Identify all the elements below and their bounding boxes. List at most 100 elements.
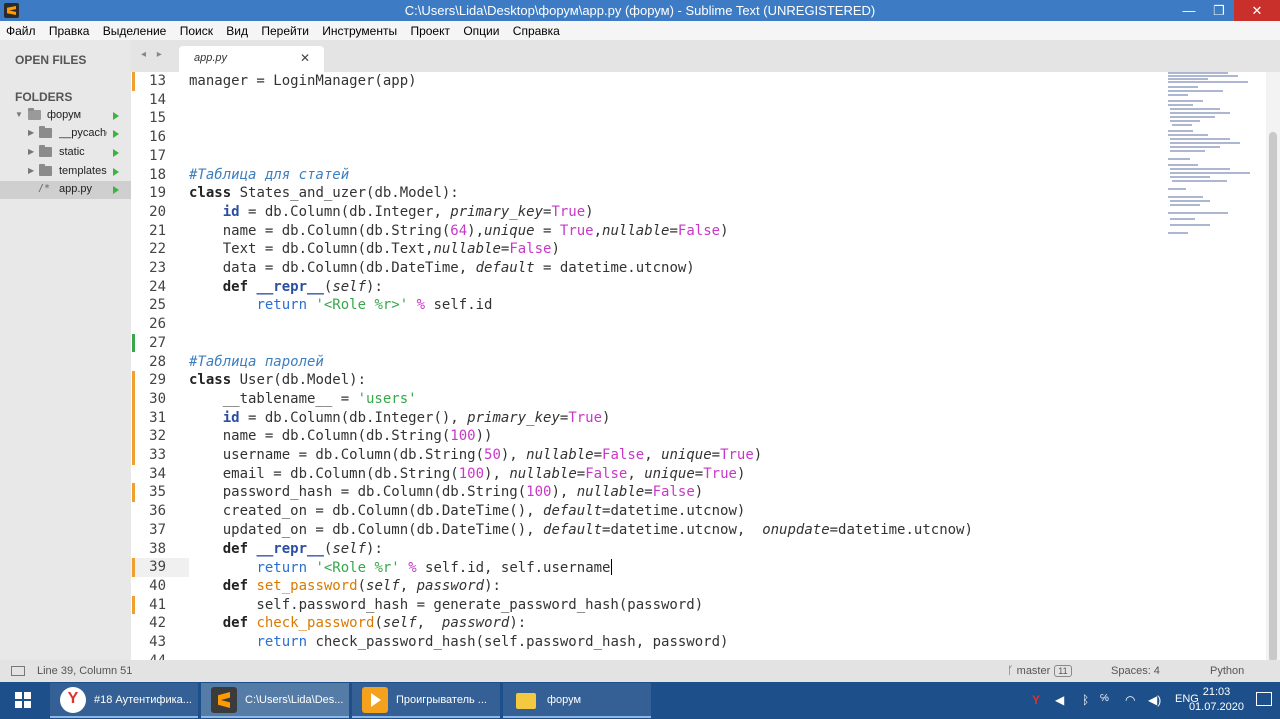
branch-count-badge: 11 [1054, 665, 1072, 677]
start-button[interactable] [0, 682, 46, 719]
code-line: email = db.Column(db.String(100), nullab… [189, 465, 746, 482]
code-line: name = db.Column(db.String(64),unique = … [189, 222, 729, 239]
yandex-tray-icon[interactable]: Y [1032, 693, 1040, 707]
tree-folder-forum[interactable]: ▼ форум [0, 107, 131, 125]
task-sublime[interactable]: C:\Users\Lida\Des... [201, 683, 349, 718]
line-number: 40 [131, 577, 186, 596]
tab-label: app.py [194, 52, 228, 64]
clock[interactable]: 21:03 01.07.2020 [1189, 685, 1244, 715]
line-number-text: 31 [149, 409, 166, 426]
menu-selection[interactable]: Выделение [97, 21, 171, 40]
line-number: 13 [131, 72, 186, 91]
tree-folder-templates[interactable]: ▶ templates [0, 163, 131, 181]
line-number: 27 [131, 333, 186, 353]
folders-header: FOLDERS [15, 90, 73, 104]
branch-name: master [1016, 665, 1051, 677]
bluetooth-icon[interactable]: ᛒ [1082, 693, 1089, 707]
menu-help[interactable]: Справка [507, 21, 564, 40]
tab-nav-arrows[interactable]: ◂ ▸ [141, 49, 166, 60]
folder-icon [513, 687, 539, 713]
vertical-scrollbar[interactable] [1266, 72, 1280, 662]
menu-goto[interactable]: Перейти [255, 21, 313, 40]
task-explorer-forum[interactable]: форум [503, 683, 651, 718]
line-number-text: 34 [149, 465, 166, 482]
code-line: updated_on = db.Column(db.DateTime(), de… [189, 521, 973, 538]
menu-file[interactable]: Файл [0, 21, 40, 40]
git-status-icon [113, 186, 119, 194]
line-number-text: 35 [149, 484, 166, 501]
code-line: __tablename__ = 'users' [189, 390, 417, 407]
line-number-text: 18 [149, 166, 166, 183]
line-number-text: 19 [149, 185, 166, 202]
code-editor[interactable]: 13 14 15 16 17 18 19 20 21 22 23 24 25 26 27 28 29 30 31 32… [131, 72, 1166, 660]
menu-tools[interactable]: Инструменты [316, 21, 401, 40]
task-yandex-browser[interactable]: #18 Аутентифика... [50, 683, 198, 718]
line-number: 24 [131, 278, 186, 297]
wifi-icon[interactable]: ◠ [1125, 693, 1135, 707]
syntax-selector[interactable]: Python [1210, 665, 1244, 677]
diff-marker [132, 595, 135, 615]
line-number: 23 [131, 259, 186, 278]
line-number-text: 23 [149, 260, 166, 276]
tab-close-icon[interactable]: ✕ [300, 51, 310, 65]
line-gutter: 13 14 15 16 17 18 19 20 21 22 23 24 25 26 27 28 29 30 31 32… [131, 72, 186, 660]
code-line: Text = db.Column(db.Text,nullable=False) [189, 241, 560, 258]
menu-preferences[interactable]: Опции [457, 21, 503, 40]
line-number: 38 [131, 540, 186, 559]
windows-logo-icon [15, 692, 31, 708]
tab-bar: ◂ ▸ app.py ✕ [131, 40, 1280, 72]
line-number: 29 [131, 371, 186, 390]
line-number-text: 33 [149, 447, 166, 463]
diff-marker [132, 72, 135, 91]
console-toggle-icon[interactable] [11, 666, 25, 676]
notification-icon[interactable] [1256, 692, 1272, 706]
tree-label: static [59, 146, 85, 158]
task-media-player[interactable]: Проигрыватель ... [352, 683, 500, 718]
maximize-button[interactable]: ❐ [1204, 0, 1234, 21]
diff-marker [132, 371, 135, 390]
line-number-text: 13 [149, 73, 166, 89]
line-number-text: 27 [149, 334, 166, 351]
scrollbar-thumb[interactable] [1269, 132, 1277, 662]
branch-icon: ᚴ [1007, 665, 1017, 677]
line-number: 14 [131, 91, 186, 110]
line-number-text: 32 [149, 428, 166, 445]
sidebar: OPEN FILES FOLDERS ▼ форум ▶ __pycache__… [0, 40, 131, 660]
line-number: 17 [131, 147, 186, 166]
folder-icon [39, 145, 52, 157]
menu-project[interactable]: Проект [404, 21, 454, 40]
code-line-current: return '<Role %r' % self.id, self.userna… [256, 559, 612, 577]
diff-marker [132, 333, 135, 353]
text-cursor [610, 559, 612, 576]
speaker-muted-icon[interactable]: ◀ [1055, 693, 1064, 707]
taskbar: #18 Аутентифика... C:\Users\Lida\Des... … [0, 682, 1280, 719]
chevron-right-icon: ▶ [28, 128, 35, 137]
cursor-position: Line 39, Column 51 [37, 665, 133, 677]
menu-view[interactable]: Вид [220, 21, 252, 40]
minimap[interactable] [1166, 72, 1266, 660]
menu-edit[interactable]: Правка [43, 21, 94, 40]
tree-file-app-py[interactable]: /* app.py [0, 181, 131, 199]
tree-label: templates [59, 165, 107, 177]
volume-icon[interactable]: ◀) [1148, 693, 1161, 707]
chevron-down-icon: ▼ [15, 110, 23, 119]
line-number: 28 [131, 353, 186, 372]
git-branch[interactable]: ᚴ master 11 [1007, 665, 1072, 677]
line-number: 21 [131, 222, 186, 241]
tab-app-py[interactable]: app.py ✕ [179, 46, 324, 72]
line-number: 26 [131, 315, 186, 334]
indentation-setting[interactable]: Spaces: 4 [1111, 665, 1160, 677]
line-number: 34 [131, 465, 186, 484]
tree-folder-static[interactable]: ▶ static [0, 144, 131, 162]
close-button[interactable]: ✕ [1234, 0, 1280, 21]
task-label: C:\Users\Lida\Des... [245, 694, 343, 706]
line-number-text: 21 [149, 222, 166, 239]
line-number-text: 25 [149, 297, 166, 314]
minimize-button[interactable]: — [1174, 0, 1204, 21]
code-line: #Таблица для статей [189, 166, 350, 183]
tree-folder-pycache[interactable]: ▶ __pycache__ [0, 125, 131, 143]
keyboard-icon[interactable]: ℅ [1100, 693, 1109, 704]
line-number: 18 [131, 166, 186, 185]
chevron-right-icon: ▶ [28, 147, 35, 156]
menu-find[interactable]: Поиск [174, 21, 217, 40]
